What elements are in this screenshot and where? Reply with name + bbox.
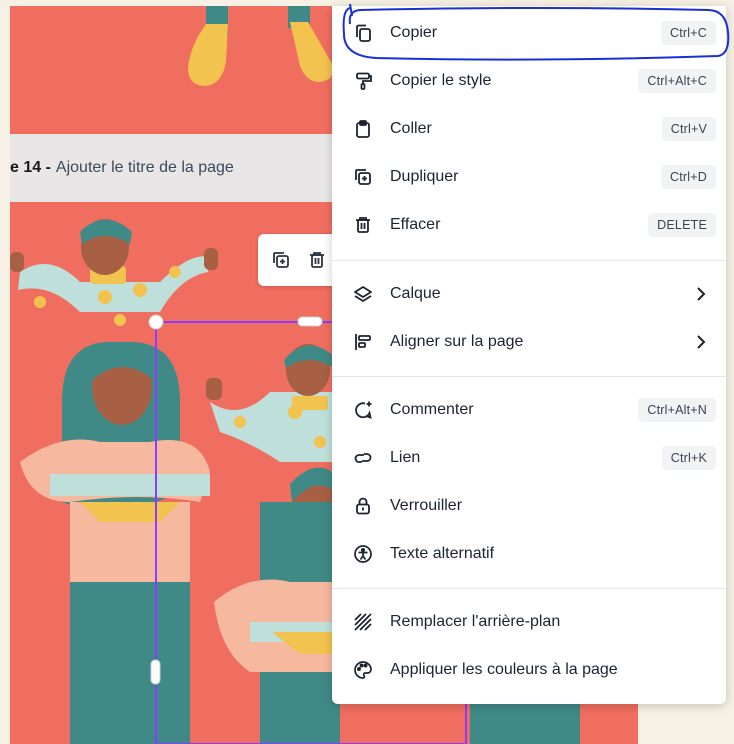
trash-icon [352,214,374,236]
menu-item-paste[interactable]: Coller Ctrl+V [332,107,726,151]
child-figure-left [10,219,218,326]
adult-figure-right [214,467,348,744]
menu-item-label: Verrouiller [390,497,463,514]
menu-item-lock[interactable]: Verrouiller [332,484,726,528]
menu-divider [332,376,726,377]
menu-item-label: Remplacer l'arrière-plan [390,613,561,630]
menu-item-delete[interactable]: Effacer DELETE [332,203,726,247]
menu-item-label: Lien [390,449,421,466]
shortcut-badge: Ctrl+Alt+N [638,398,716,422]
menu-item-align-page[interactable]: Aligner sur la page [332,320,726,364]
menu-item-label: Copier le style [390,72,492,89]
menu-item-copy[interactable]: Copier Ctrl+C [332,11,726,55]
menu-item-comment[interactable]: Commenter Ctrl+Alt+N [332,388,726,432]
menu-item-copy-style[interactable]: Copier le style Ctrl+Alt+C [332,59,726,103]
lock-icon [352,495,374,517]
clipboard-icon [352,118,374,140]
menu-item-alt-text[interactable]: Texte alternatif [332,532,726,576]
menu-divider [332,260,726,261]
trash-icon[interactable] [306,249,328,271]
menu-item-label: Commenter [390,401,474,418]
shortcut-badge: Ctrl+V [661,117,716,141]
menu-item-layer[interactable]: Calque [332,272,726,316]
menu-item-label: Coller [390,120,432,137]
layers-icon [352,283,374,305]
palette-icon [352,659,374,681]
shortcut-badge: Ctrl+Alt+C [638,69,716,93]
accessibility-icon [352,543,374,565]
menu-item-label: Effacer [390,216,441,233]
menu-item-label: Texte alternatif [390,545,495,562]
shortcut-badge: Ctrl+C [661,21,716,45]
menu-item-label: Copier [390,24,438,41]
child-figure-right [206,344,340,462]
shortcut-badge: DELETE [648,213,716,237]
menu-item-replace-background[interactable]: Remplacer l'arrière-plan [332,600,726,644]
copy-icon [352,22,374,44]
duplicate-icon [352,166,374,188]
page-number: e 14 - [10,159,51,176]
align-icon [352,331,374,353]
context-menu: Copier Ctrl+C Copier le style Ctrl+Alt+C… [332,6,726,704]
menu-divider [332,588,726,589]
adult-figure-left [20,342,210,744]
menu-item-apply-colors[interactable]: Appliquer les couleurs à la page [332,648,726,692]
menu-item-link[interactable]: Lien Ctrl+K [332,436,726,480]
chevron-right-icon [697,335,706,349]
comment-icon [352,399,374,421]
menu-item-label: Dupliquer [390,168,459,185]
menu-item-label: Calque [390,285,441,302]
link-icon [352,447,374,469]
background-pattern-icon [352,611,374,633]
shortcut-badge: Ctrl+K [661,446,716,470]
shortcut-badge: Ctrl+D [661,165,716,189]
chevron-right-icon [697,287,706,301]
page-title[interactable]: Ajouter le titre de la page [56,159,234,177]
duplicate-icon[interactable] [270,249,292,271]
menu-item-label: Aligner sur la page [390,333,524,350]
element-toolbar [258,234,342,286]
menu-item-label: Appliquer les couleurs à la page [390,661,618,678]
paint-roller-icon [352,70,374,92]
menu-item-duplicate[interactable]: Dupliquer Ctrl+D [332,155,726,199]
